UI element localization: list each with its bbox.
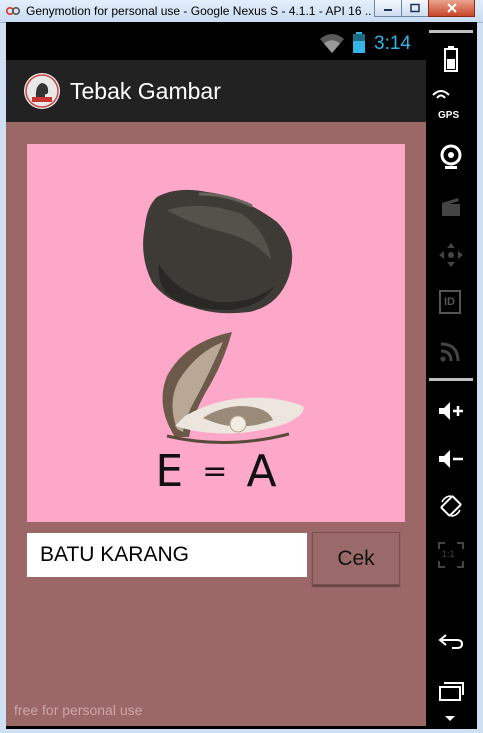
minimize-icon (384, 9, 392, 11)
panel-scroll-down-icon[interactable] (445, 716, 455, 721)
gps-icon (432, 90, 450, 99)
equation-left: E (155, 446, 184, 497)
camera-icon[interactable] (428, 142, 473, 172)
panel-divider-top (429, 30, 473, 33)
watermark-text: free for personal use (14, 702, 143, 718)
wifi-icon (320, 34, 344, 53)
clock: 3:14 (374, 33, 411, 54)
maximize-icon (410, 3, 420, 13)
equation-sign: = (202, 454, 228, 489)
genymotion-logo-icon (6, 7, 20, 15)
scale-ratio-label: 1:1 (442, 549, 455, 559)
close-button[interactable] (428, 0, 475, 17)
battery-status-icon (353, 32, 365, 53)
puzzle-equation: E = A (27, 446, 405, 497)
panel-divider-middle (429, 378, 473, 381)
volume-up-icon[interactable] (428, 396, 473, 426)
answer-input[interactable] (27, 533, 307, 577)
recent-apps-icon[interactable] (428, 676, 473, 706)
rotate-icon[interactable] (428, 491, 473, 521)
minimize-button[interactable] (374, 0, 402, 17)
equation-right: A (246, 446, 277, 497)
window-title: Genymotion for personal use - Google Nex… (26, 4, 371, 18)
close-icon (446, 3, 457, 13)
volume-down-icon[interactable] (428, 444, 473, 474)
gps-label: GPS (438, 110, 460, 121)
capture-icon[interactable] (428, 192, 473, 222)
dpad-icon[interactable] (428, 240, 473, 270)
maximize-button[interactable] (401, 0, 429, 17)
app-logo-icon[interactable] (24, 73, 60, 109)
check-button[interactable]: Cek (312, 532, 400, 585)
battery-icon[interactable] (428, 44, 473, 74)
window-titlebar[interactable]: Genymotion for personal use - Google Nex… (0, 0, 483, 23)
oyster-image (162, 332, 304, 444)
puzzle-image: E = A (27, 144, 405, 522)
side-panel (428, 28, 473, 726)
action-bar: Tebak Gambar (6, 60, 426, 125)
rock-image (143, 189, 293, 314)
id-button[interactable]: ID (428, 288, 473, 318)
scale-button[interactable]: 1:1 (428, 540, 473, 570)
status-bar: 3:14 (6, 28, 426, 60)
gps-button[interactable]: GPS (428, 90, 473, 128)
app-title: Tebak Gambar (70, 78, 221, 104)
cast-icon[interactable] (428, 336, 473, 366)
back-icon[interactable] (428, 627, 473, 657)
id-label: ID (444, 296, 455, 308)
